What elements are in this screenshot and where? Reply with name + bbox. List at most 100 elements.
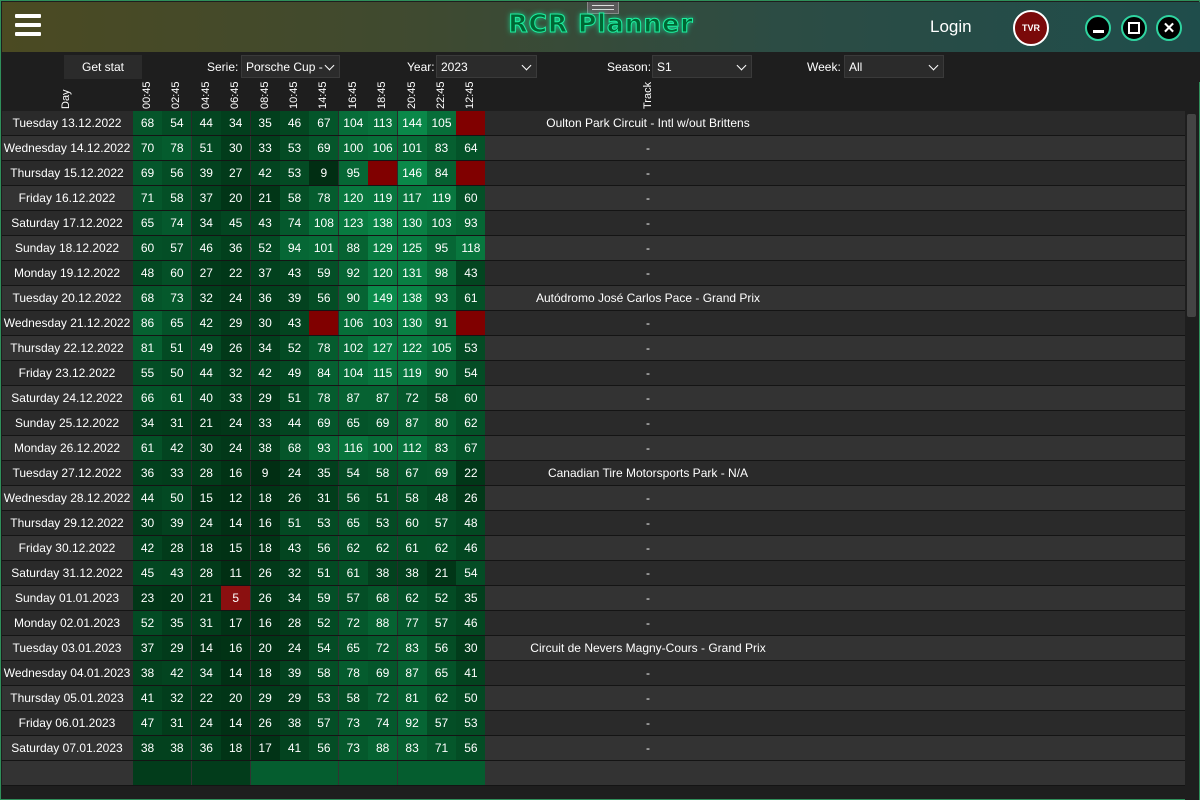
count-cell[interactable]: 53: [309, 686, 339, 710]
column-header-day[interactable]: Day: [60, 82, 82, 111]
count-cell[interactable]: 69: [309, 136, 339, 160]
count-cell[interactable]: 38: [250, 436, 280, 460]
count-cell[interactable]: 95: [427, 236, 456, 260]
count-cell[interactable]: 119: [397, 361, 427, 385]
column-header-time[interactable]: 12:45: [456, 82, 485, 111]
table-row[interactable]: Sunday 01.01.2023 23 20 21 5 26 34 59 57 68 62 52 35…: [2, 586, 1185, 611]
count-cell[interactable]: 44: [280, 411, 309, 435]
empty-slot-cell[interactable]: [368, 161, 398, 185]
count-cell[interactable]: 90: [338, 286, 368, 310]
count-cell[interactable]: 24: [221, 286, 251, 310]
count-cell[interactable]: 16: [221, 636, 251, 660]
empty-slot-cell[interactable]: [456, 111, 486, 135]
count-cell[interactable]: 120: [368, 261, 398, 285]
count-cell[interactable]: 58: [397, 486, 427, 510]
table-row[interactable]: Friday 16.12.2022 71 58 37 20 21 58 78 120 119 117…: [2, 186, 1185, 211]
count-cell[interactable]: 149: [368, 286, 398, 310]
count-cell[interactable]: 27: [191, 261, 221, 285]
count-cell[interactable]: 52: [427, 586, 456, 610]
count-cell[interactable]: 70: [133, 136, 162, 160]
count-cell[interactable]: 87: [397, 411, 427, 435]
count-cell[interactable]: 18: [250, 661, 280, 685]
count-cell[interactable]: 62: [427, 686, 456, 710]
count-cell[interactable]: 83: [397, 636, 427, 660]
count-cell[interactable]: 38: [133, 661, 162, 685]
count-cell[interactable]: 57: [427, 511, 456, 535]
count-cell[interactable]: 53: [280, 161, 309, 185]
count-cell[interactable]: 87: [338, 386, 368, 410]
count-cell[interactable]: 83: [427, 136, 456, 160]
count-cell[interactable]: 43: [280, 536, 309, 560]
count-cell[interactable]: 120: [338, 186, 368, 210]
count-cell[interactable]: 33: [250, 411, 280, 435]
count-cell[interactable]: 65: [162, 311, 192, 335]
table-row[interactable]: Thursday 05.01.2023 41 32 22 20 29 29 53 58 72 81 6…: [2, 686, 1185, 711]
count-cell[interactable]: 104: [338, 111, 368, 135]
count-cell[interactable]: 93: [309, 436, 339, 460]
count-cell[interactable]: 68: [133, 111, 162, 135]
count-cell[interactable]: 43: [162, 561, 192, 585]
count-cell[interactable]: 58: [427, 386, 456, 410]
count-cell[interactable]: 113: [368, 111, 398, 135]
count-cell[interactable]: 57: [427, 611, 456, 635]
count-cell[interactable]: 24: [191, 711, 221, 735]
count-cell[interactable]: 57: [338, 586, 368, 610]
table-row[interactable]: Tuesday 13.12.2022 68 54 44 34 35 46 67 104 113 14…: [2, 111, 1185, 136]
count-cell[interactable]: 5: [221, 586, 251, 610]
count-cell[interactable]: 14: [221, 711, 251, 735]
count-cell[interactable]: 39: [162, 511, 192, 535]
count-cell[interactable]: 60: [162, 261, 192, 285]
count-cell[interactable]: 15: [221, 536, 251, 560]
count-cell[interactable]: 44: [191, 111, 221, 135]
count-cell[interactable]: 52: [309, 611, 339, 635]
count-cell[interactable]: 138: [397, 286, 427, 310]
count-cell[interactable]: 106: [368, 136, 398, 160]
count-cell[interactable]: 24: [191, 511, 221, 535]
count-cell[interactable]: 12: [221, 486, 251, 510]
count-cell[interactable]: 88: [368, 736, 398, 760]
count-cell[interactable]: 33: [250, 136, 280, 160]
count-cell[interactable]: 31: [162, 711, 192, 735]
count-cell[interactable]: 86: [133, 311, 162, 335]
count-cell[interactable]: 53: [456, 336, 486, 360]
count-cell[interactable]: 100: [368, 436, 398, 460]
count-cell[interactable]: 77: [397, 611, 427, 635]
count-cell[interactable]: 51: [280, 511, 309, 535]
count-cell[interactable]: 18: [250, 536, 280, 560]
table-row[interactable]: Friday 23.12.2022 55 50 44 32 42 49 84 104 115 119…: [2, 361, 1185, 386]
count-cell[interactable]: 29: [280, 686, 309, 710]
count-cell[interactable]: 56: [162, 161, 192, 185]
count-cell[interactable]: 54: [162, 111, 192, 135]
count-cell[interactable]: 9: [309, 161, 339, 185]
count-cell[interactable]: 130: [397, 311, 427, 335]
count-cell[interactable]: 65: [338, 411, 368, 435]
table-row[interactable]: Wednesday 21.12.2022 86 65 42 29 30 43 106 103 13…: [2, 311, 1185, 336]
count-cell[interactable]: 38: [162, 736, 192, 760]
login-button[interactable]: Login: [930, 17, 972, 37]
count-cell[interactable]: 34: [191, 211, 221, 235]
count-cell[interactable]: 83: [397, 736, 427, 760]
count-cell[interactable]: 47: [133, 711, 162, 735]
count-cell[interactable]: 42: [133, 536, 162, 560]
count-cell[interactable]: 131: [397, 261, 427, 285]
count-cell[interactable]: 78: [338, 661, 368, 685]
count-cell[interactable]: 53: [280, 136, 309, 160]
count-cell[interactable]: 92: [397, 711, 427, 735]
count-cell[interactable]: 33: [221, 386, 251, 410]
count-cell[interactable]: 18: [221, 736, 251, 760]
count-cell[interactable]: 38: [397, 561, 427, 585]
count-cell[interactable]: 42: [191, 311, 221, 335]
count-cell[interactable]: 115: [368, 361, 398, 385]
count-cell[interactable]: 69: [309, 411, 339, 435]
count-cell[interactable]: 35: [309, 461, 339, 485]
count-cell[interactable]: 39: [280, 286, 309, 310]
serie-select[interactable]: Porsche Cup -: [241, 55, 340, 78]
count-cell[interactable]: 32: [191, 286, 221, 310]
count-cell[interactable]: 17: [250, 736, 280, 760]
table-row[interactable]: Tuesday 20.12.2022 68 73 32 24 36 39 56 90 149 138…: [2, 286, 1185, 311]
count-cell[interactable]: 35: [162, 611, 192, 635]
count-cell[interactable]: 43: [456, 261, 486, 285]
count-cell[interactable]: 60: [133, 236, 162, 260]
count-cell[interactable]: 62: [397, 586, 427, 610]
column-header-time[interactable]: 20:45: [398, 82, 427, 111]
